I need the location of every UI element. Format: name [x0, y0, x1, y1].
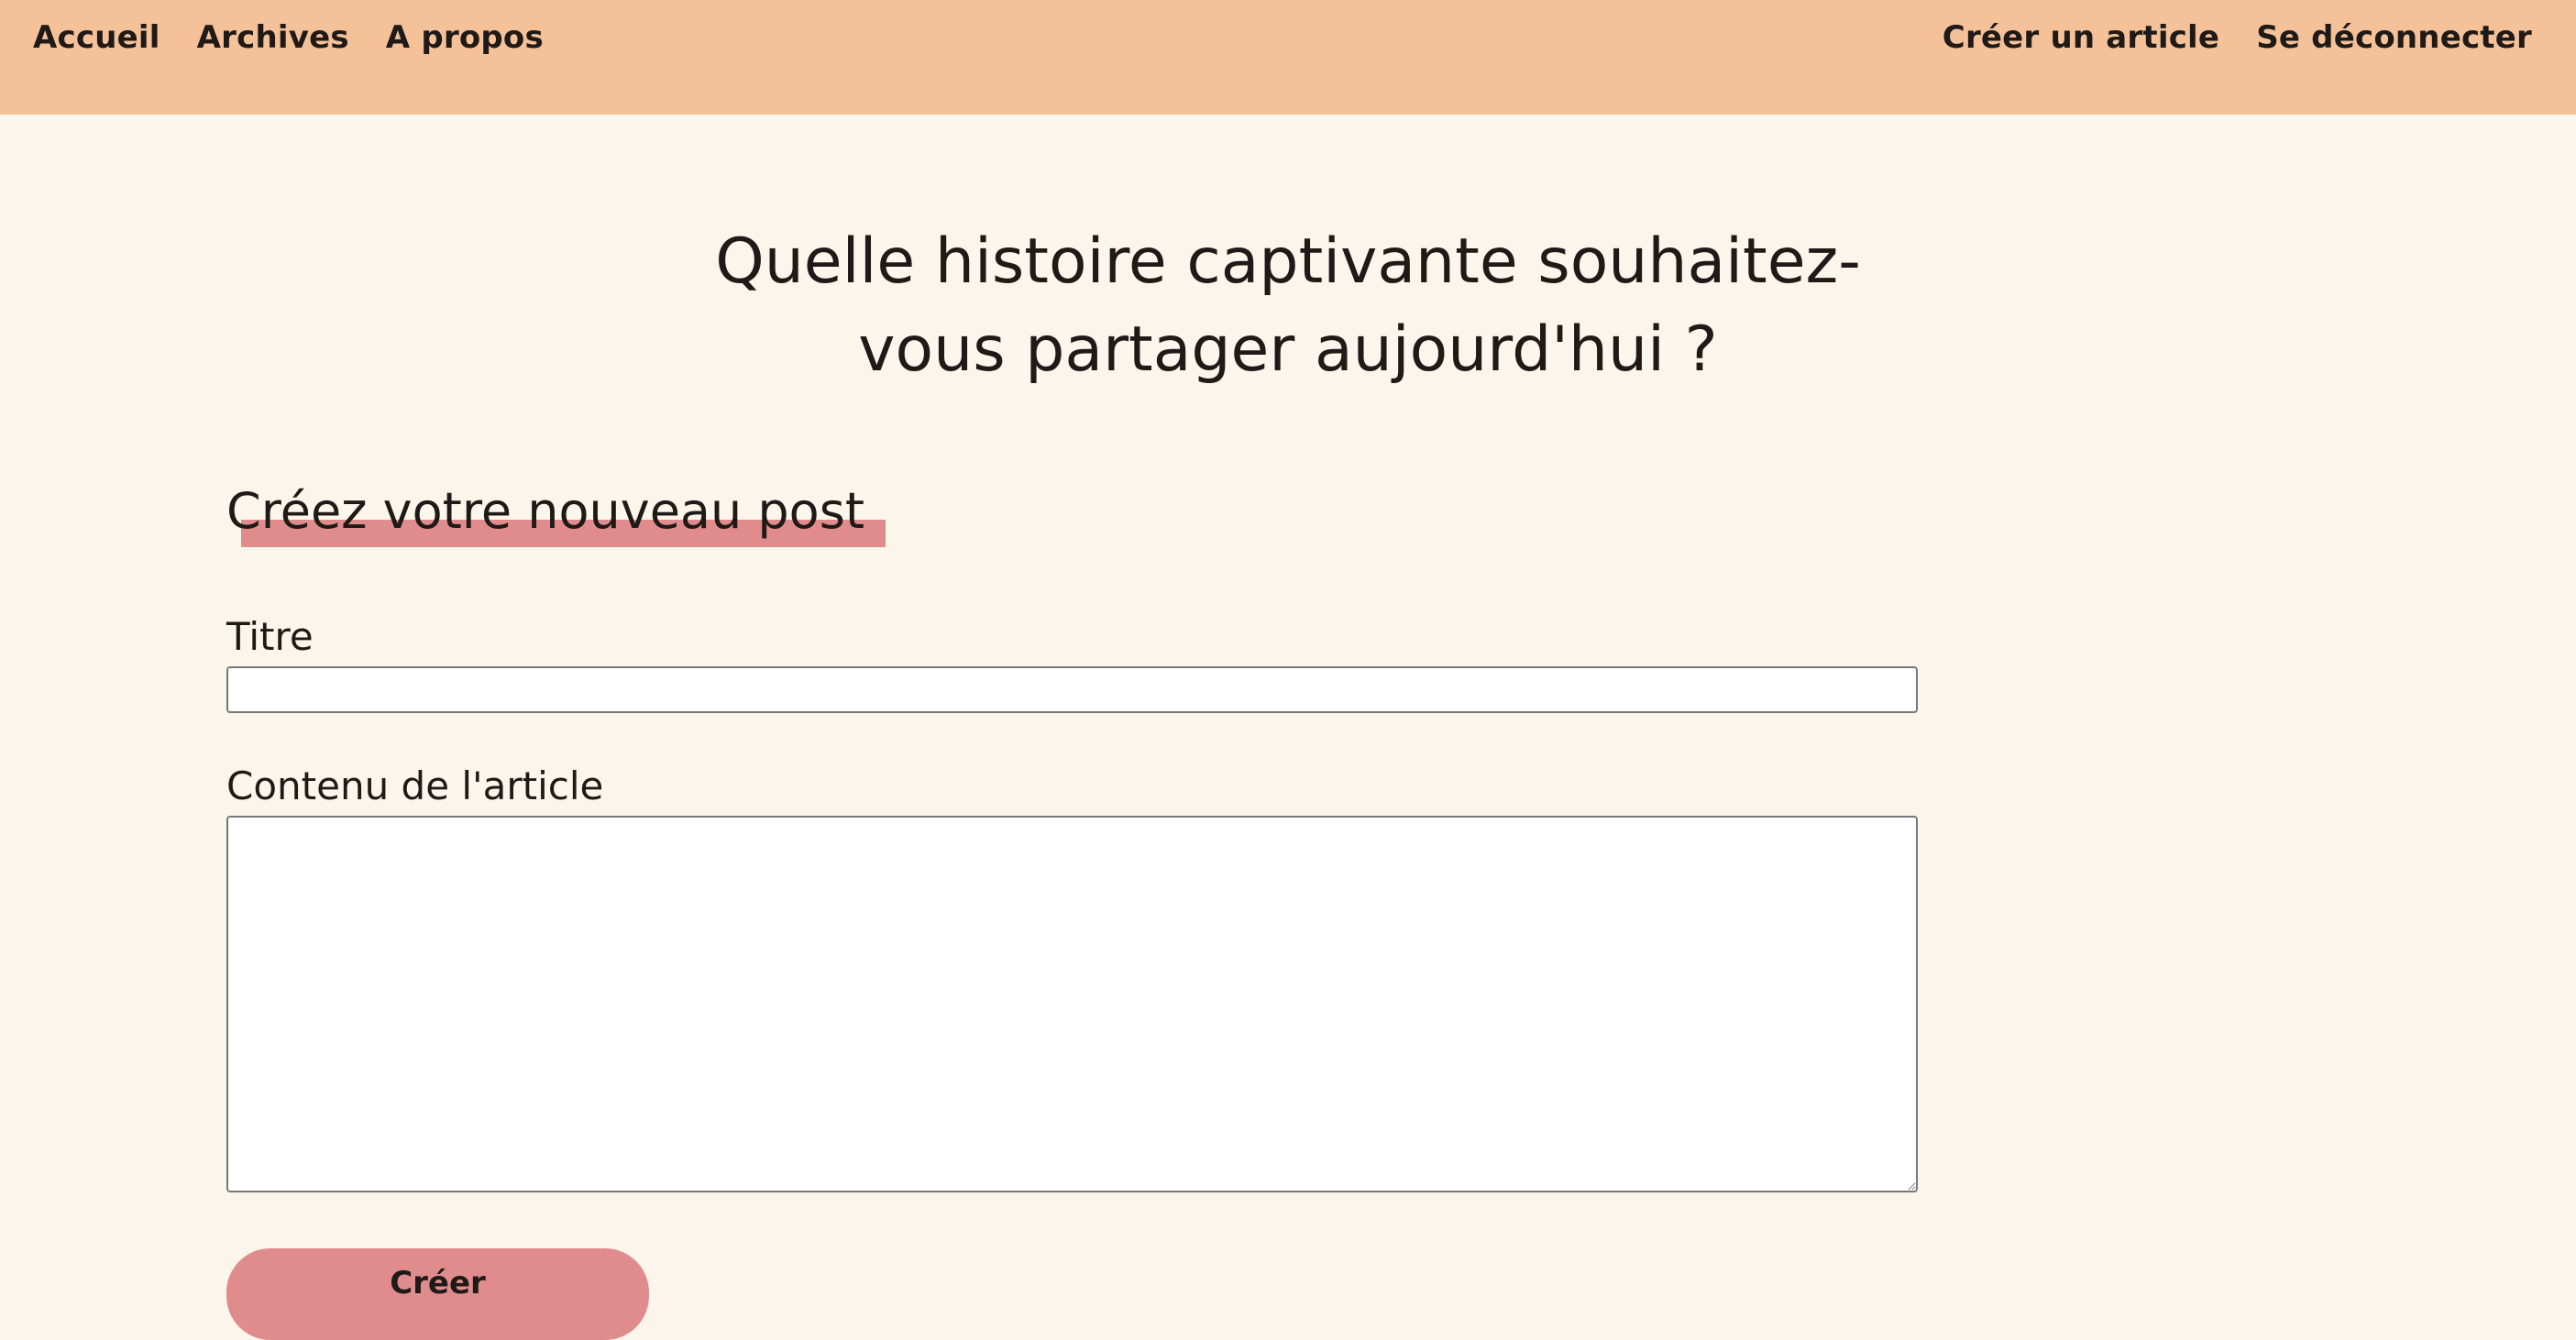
content-label: Contenu de l'article — [226, 763, 604, 808]
top-navigation-bar: Accueil Archives A propos Créer un artic… — [0, 0, 2576, 115]
page-title: Quelle histoire captivante souhaitez-vou… — [715, 225, 1861, 386]
nav-link-a-propos[interactable]: A propos — [386, 19, 544, 56]
main-navigation: Accueil Archives A propos — [33, 18, 544, 57]
article-content-textarea[interactable] — [226, 816, 1918, 1192]
nav-link-accueil[interactable]: Accueil — [33, 19, 160, 56]
title-input[interactable] — [226, 666, 1918, 713]
form-section-heading: Créez votre nouveau post — [226, 478, 905, 552]
nav-link-logout[interactable]: Se déconnecter — [2256, 19, 2532, 56]
title-label: Titre — [226, 614, 314, 659]
nav-link-archives[interactable]: Archives — [197, 19, 349, 56]
section-title: Créez votre nouveau post — [226, 482, 865, 540]
account-navigation: Créer un article Se déconnecter — [1943, 18, 2532, 57]
nav-link-create-article[interactable]: Créer un article — [1943, 19, 2219, 56]
create-button[interactable]: Créer — [226, 1248, 649, 1340]
